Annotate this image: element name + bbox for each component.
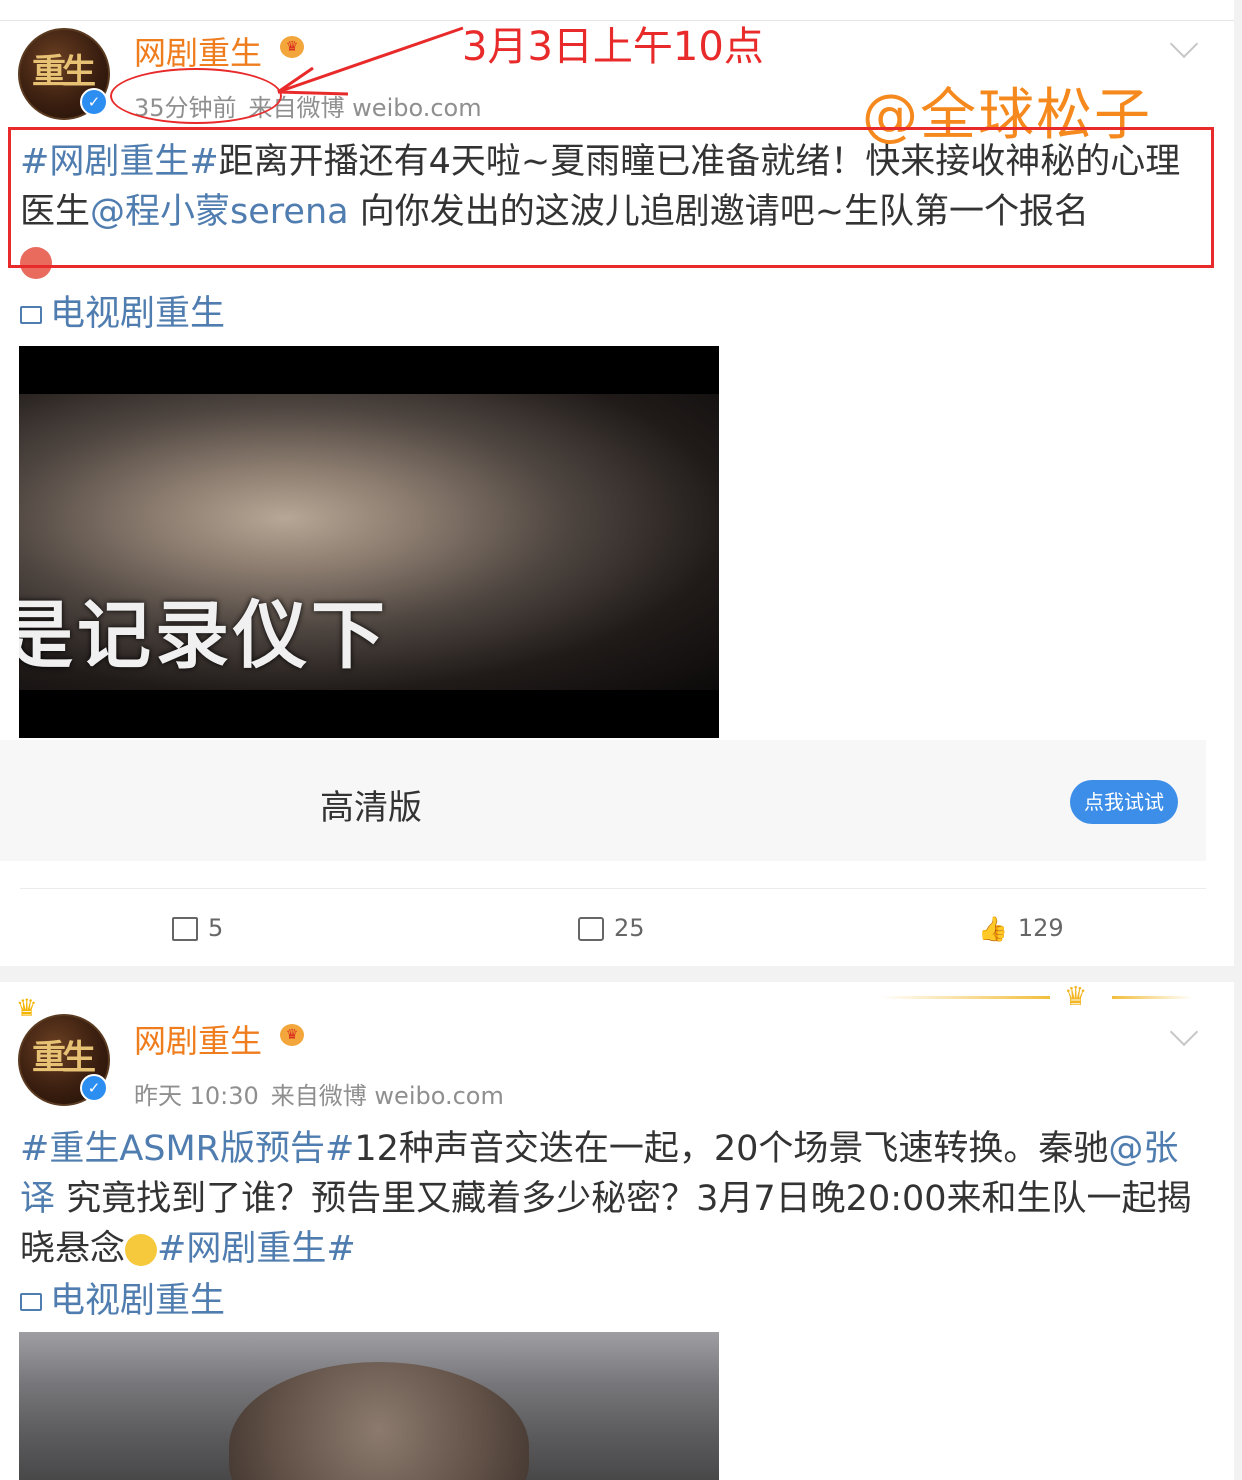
chevron-down-icon[interactable] — [1169, 1017, 1199, 1047]
topic-link-label: 电视剧重生 — [50, 294, 226, 334]
video-thumbnail-2[interactable] — [19, 1332, 719, 1480]
avatar[interactable]: 重生 ✓ — [18, 28, 110, 120]
annotation-time-note: 3月3日上午10点 — [462, 24, 764, 70]
avatar[interactable]: 重生 ✓ — [18, 1014, 110, 1106]
comment-icon — [578, 917, 604, 941]
verified-icon: ✓ — [80, 88, 108, 116]
video-thumbnail[interactable]: 是记录仪下 — [19, 346, 719, 738]
video-icon — [20, 1293, 42, 1311]
like-button[interactable]: 👍 129 — [978, 914, 1064, 943]
chevron-down-icon[interactable] — [1169, 29, 1199, 59]
vip-crown-icon[interactable]: ♛ — [280, 1024, 304, 1046]
comment-count: 25 — [614, 914, 645, 942]
annotation-circle — [110, 68, 282, 124]
repost-count: 5 — [208, 914, 224, 942]
hd-label: 高清版 — [320, 788, 422, 828]
divider — [20, 888, 1206, 889]
post-source: 来自微博 weibo.com — [270, 1082, 504, 1110]
annotation-rectangle — [8, 127, 1214, 268]
hd-version-card[interactable]: 高清版 点我试试 — [0, 740, 1206, 861]
repost-icon — [172, 917, 198, 941]
like-count: 129 — [1017, 914, 1064, 942]
comment-button[interactable]: 25 — [578, 914, 645, 942]
hashtag-2[interactable]: #网剧重生# — [157, 1229, 356, 1269]
like-icon: 👍 — [978, 915, 1008, 943]
post-meta: 昨天 10:30 来自微博 weibo.com — [134, 1076, 516, 1111]
verified-icon: ✓ — [80, 1074, 108, 1102]
hashtag[interactable]: #重生ASMR版预告# — [20, 1129, 354, 1169]
decor-line-right — [1112, 996, 1192, 999]
post-body: 12种声音交迭在一起，20个场景飞速转换。秦驰 — [354, 1129, 1109, 1169]
topic-link[interactable]: 电视剧重生 — [20, 1272, 225, 1323]
repost-button[interactable]: 5 — [172, 914, 223, 942]
annotation-arrow — [277, 26, 464, 96]
decor-line-left — [880, 996, 1050, 999]
thinking-emoji-icon — [125, 1234, 158, 1266]
try-button[interactable]: 点我试试 — [1070, 780, 1178, 824]
username[interactable]: 网剧重生 — [134, 1016, 262, 1062]
video-caption: 是记录仪下 — [19, 593, 389, 679]
video-icon — [20, 306, 42, 324]
video-frame — [229, 1362, 529, 1480]
crown-decor-icon: ♛ — [1064, 982, 1088, 1012]
topic-link-label: 电视剧重生 — [50, 1281, 226, 1321]
post-time[interactable]: 昨天 10:30 — [134, 1082, 259, 1110]
post-text: #重生ASMR版预告#12种声音交迭在一起，20个场景飞速转换。秦驰@张译 究竟… — [20, 1124, 1200, 1274]
topic-link[interactable]: 电视剧重生 — [20, 285, 225, 336]
